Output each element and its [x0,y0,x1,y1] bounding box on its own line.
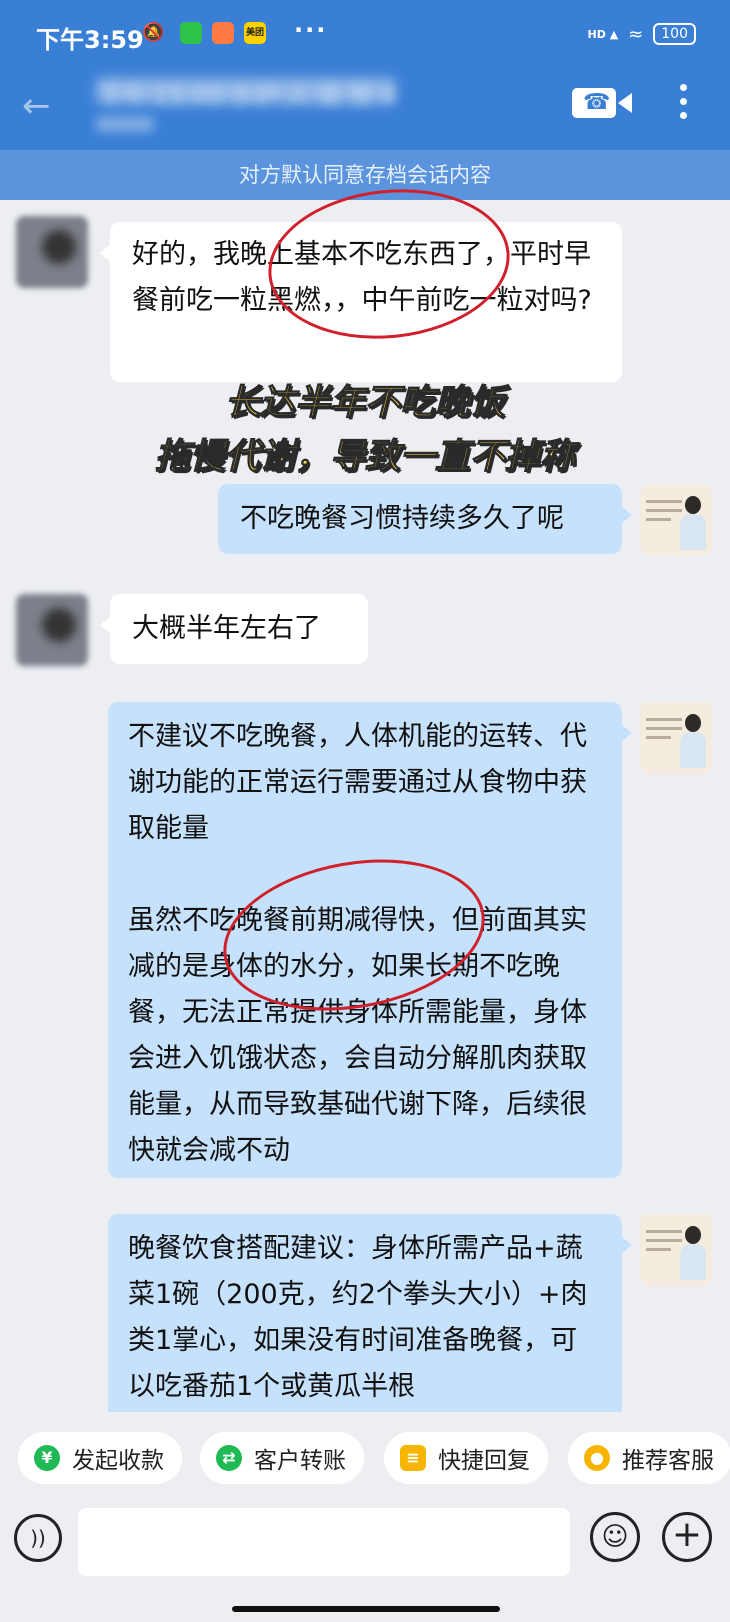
home-indicator[interactable] [232,1606,500,1612]
chat-nav: ← 下午 15:00 水护 人 量 整 4 [0,70,730,150]
message-bubble[interactable]: 晚餐饮食搭配建议：身体所需产品+蔬菜1碗（200克，约2个拳头大小）+肉类1掌心… [108,1214,632,1444]
meituan-icon: 美团 [244,22,266,44]
message-input[interactable] [78,1508,570,1576]
quick-action-label: 快捷回复 [438,1448,530,1474]
quick-action-label: 推荐客服 [622,1448,714,1474]
status-bar: 下午3:59 🔕 美团 ··· HD ▲ ≈ 100 [0,10,730,62]
more-notifications-icon: ··· [294,16,328,44]
system-icons: HD ▲ ≈ 100 [588,23,696,45]
composer: ¥ 发起收款 ⇄ 客户转账 ≡ 快捷回复 ● 推荐客服 )) ☺ + [0,1412,730,1622]
message-text: 晚餐饮食搭配建议：身体所需产品+蔬菜1碗（200克，约2个拳头大小）+肉类1掌心… [128,1233,588,1402]
wifi-icon: ≈ [628,23,644,45]
voice-input-icon[interactable]: )) [14,1514,62,1562]
message-text: 不建议不吃晚餐，人体机能的运转、代谢功能的正常运行需要通过从食物中获取能量 [128,721,587,844]
message-bubble[interactable]: 不吃晚餐习惯持续多久了呢 [218,484,632,554]
overlay-caption-line2: 拖慢代谢，导致一直不掉称 [154,436,575,477]
wechat-icon [180,22,202,44]
quick-action-reply[interactable]: ≡ 快捷回复 [384,1432,548,1484]
avatar[interactable] [16,216,88,288]
service-icon: ● [584,1445,610,1471]
message-bubble[interactable]: 大概半年左右了 [100,594,368,664]
quick-action-label: 发起收款 [72,1448,164,1474]
message-text: 不吃晚餐习惯持续多久了呢 [240,503,564,534]
taobao-icon [212,22,234,44]
message-text: 大概半年左右了 [132,613,321,644]
battery-icon: 100 [653,23,696,45]
chat-title: 下午 15:00 水护 人 量 整 4 [98,82,397,110]
avatar[interactable] [640,484,712,556]
chat-subtitle-blur [96,116,154,132]
quick-action-service[interactable]: ● 推荐客服 [568,1432,730,1484]
back-arrow-icon[interactable]: ← [22,86,51,126]
transfer-icon: ⇄ [216,1445,242,1471]
avatar[interactable] [640,1214,712,1286]
video-call-icon[interactable] [572,88,632,118]
reply-icon: ≡ [400,1445,426,1471]
avatar[interactable] [16,594,88,666]
mute-icon: 🔕 [142,22,165,43]
more-menu-icon[interactable] [678,84,688,126]
add-attachment-icon[interactable]: + [662,1512,712,1562]
emoji-icon[interactable]: ☺ [590,1512,640,1562]
header-bar: 下午3:59 🔕 美团 ··· HD ▲ ≈ 100 ← 下午 15:00 水护… [0,0,730,150]
avatar[interactable] [640,702,712,774]
yuan-icon: ¥ [34,1445,60,1471]
status-time: 下午3:59 [36,26,144,54]
overlay-caption-line1: 长达半年不吃晚饭 [224,382,505,423]
quick-action-label: 客户转账 [254,1448,346,1474]
quick-action-transfer[interactable]: ⇄ 客户转账 [200,1432,364,1484]
quick-action-collect[interactable]: ¥ 发起收款 [18,1432,182,1484]
hd-signal-icon: HD ▲ [587,27,619,41]
